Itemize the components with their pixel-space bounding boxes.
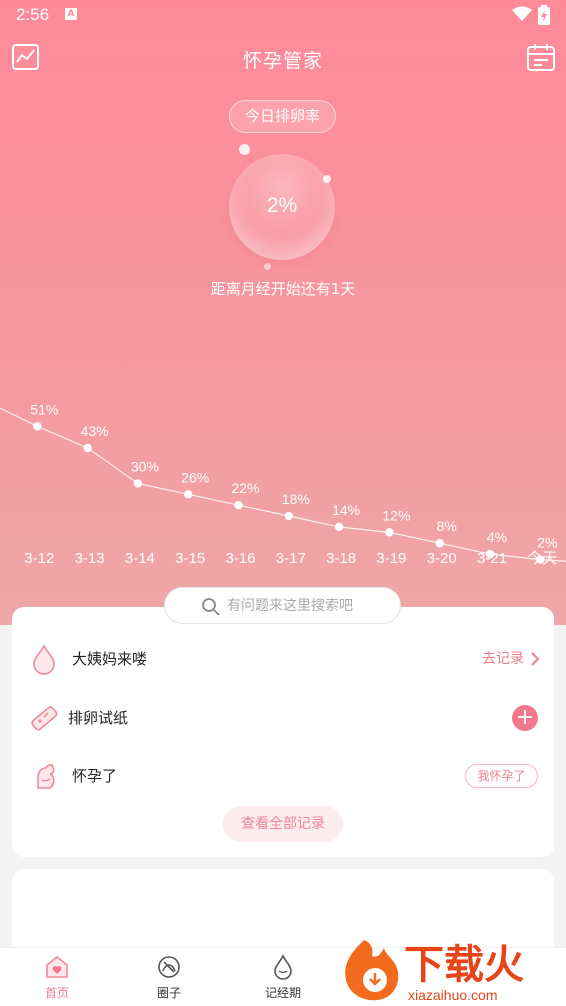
x-tick-label: 今天 <box>527 550 557 567</box>
ovulation-rate-value: 2% <box>266 194 298 217</box>
record-label: 排卵试纸 <box>68 709 129 727</box>
x-tick-label: 3-16 <box>225 550 255 567</box>
watermark: 下载火 xiazaihuo.com <box>334 930 566 1006</box>
nav-label: 记经期 <box>264 986 301 1000</box>
x-tick-label: 3-18 <box>326 550 356 567</box>
data-label: 18% <box>282 491 310 507</box>
battery-charging-icon <box>538 5 550 25</box>
data-point <box>284 511 293 521</box>
record-row-ovulation-test[interactable]: 排卵试纸 + <box>12 693 554 743</box>
view-all-records-button[interactable]: 查看全部记录 <box>223 806 343 842</box>
search-bar[interactable] <box>164 587 401 624</box>
record-label: 怀孕了 <box>72 767 118 785</box>
data-label: 30% <box>131 458 159 474</box>
status-notification-badge: A <box>65 8 77 20</box>
data-label: 43% <box>81 423 109 439</box>
hero-panel: 2:56 A 怀孕管家 今日排卵率 2% 距离月经开始还有1天 51% 43% … <box>0 0 566 625</box>
sparkle <box>239 144 250 155</box>
status-time: 2:56 <box>16 5 50 24</box>
add-test-button[interactable]: + <box>512 705 538 731</box>
data-label: 51% <box>30 401 58 417</box>
data-label: 12% <box>382 507 410 523</box>
i-am-pregnant-button[interactable]: 我怀孕了 <box>465 764 538 788</box>
x-tick-label: 3-15 <box>175 550 205 567</box>
status-bar: 2:56 A <box>0 0 566 30</box>
data-label: 26% <box>181 469 209 485</box>
ovulation-trend-chart: %51%43%30%26%22%18%14%12%8%4%2% 3-123-13… <box>0 377 566 567</box>
x-tick-label: 3-21 <box>477 550 507 567</box>
watermark-logo: 下载火 xiazaihuo.com <box>345 940 524 1003</box>
search-input[interactable] <box>227 588 397 623</box>
search-icon <box>202 598 220 616</box>
chevron-right-icon[interactable] <box>530 651 540 667</box>
data-point <box>33 422 42 431</box>
sparkle <box>264 263 271 270</box>
test-strip-icon <box>31 706 58 731</box>
sparkle <box>323 175 331 183</box>
data-label: 2% <box>537 535 557 551</box>
x-tick-label: 3-13 <box>75 550 105 567</box>
data-point <box>83 443 92 453</box>
x-tick-label: 3-19 <box>376 550 406 567</box>
pregnant-icon <box>37 764 55 789</box>
watermark-url: xiazaihuo.com <box>408 987 498 1003</box>
data-label: 8% <box>437 518 457 534</box>
x-tick-label: 3-17 <box>276 550 306 567</box>
data-point <box>334 522 344 532</box>
data-point <box>385 528 394 537</box>
records-card: 大姨妈来喽 去记录 排卵试纸 + 怀孕了 我怀孕了 查看全部记录 <box>12 607 554 857</box>
data-point <box>435 539 444 548</box>
record-row-period[interactable]: 大姨妈来喽 去记录 <box>12 634 554 684</box>
wifi-icon <box>512 6 532 21</box>
data-label: 14% <box>332 502 360 518</box>
record-label: 大姨妈来喽 <box>72 650 148 668</box>
data-label: 4% <box>487 529 507 545</box>
data-point <box>184 490 193 499</box>
x-tick-label: 3-12 <box>24 550 54 567</box>
x-tick-label: 3-20 <box>427 550 457 567</box>
today-ovulation-label: 今日排卵率 <box>229 100 336 133</box>
go-record-link[interactable]: 去记录 <box>482 648 524 668</box>
calendar-icon[interactable] <box>526 42 556 72</box>
period-drop-icon <box>274 954 292 980</box>
ovulation-rate-bubble: 2% <box>229 154 335 260</box>
top-bar: 怀孕管家 <box>0 38 566 78</box>
watermark-brand: 下载火 <box>404 942 524 988</box>
nav-label: 首页 <box>44 986 69 1000</box>
drop-icon <box>33 644 55 675</box>
nav-item-period[interactable]: 记经期 <box>243 954 323 1004</box>
nav-item-home[interactable]: 首页 <box>17 954 97 1004</box>
circle-community-icon <box>158 956 180 978</box>
record-row-pregnant[interactable]: 怀孕了 我怀孕了 <box>12 751 554 801</box>
data-point <box>133 479 143 488</box>
x-tick-label: 3-14 <box>125 550 155 567</box>
data-label: 22% <box>231 480 259 496</box>
home-heart-icon <box>46 956 68 978</box>
app-title: 怀孕管家 <box>242 50 323 72</box>
data-point <box>234 500 243 510</box>
nav-item-community[interactable]: 圈子 <box>129 954 209 1004</box>
nav-label: 圈子 <box>156 986 181 1000</box>
period-countdown: 距离月经开始还有1天 <box>210 280 356 298</box>
